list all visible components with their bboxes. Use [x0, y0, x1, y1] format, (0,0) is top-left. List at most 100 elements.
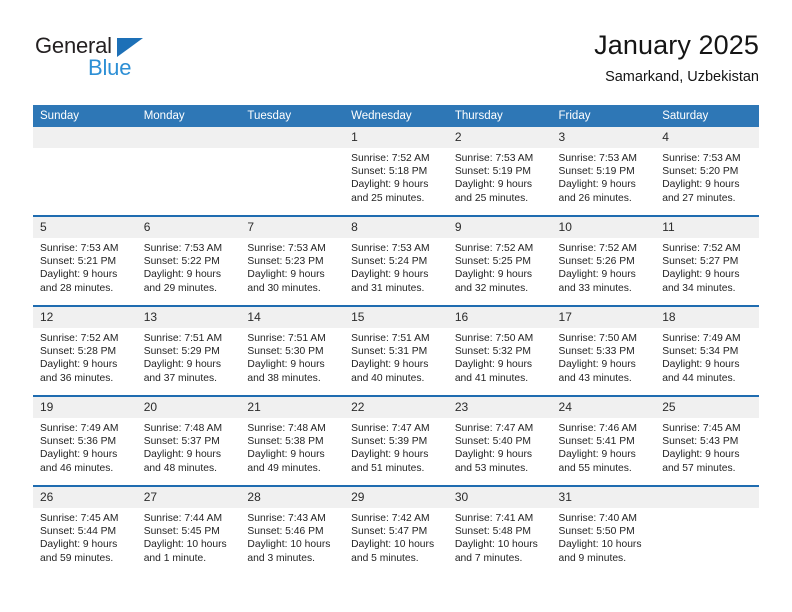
day-detail-line: and 49 minutes. — [247, 462, 321, 474]
day-detail-line: and 25 minutes. — [351, 192, 425, 204]
day-number — [240, 127, 345, 148]
calendar-day-cell[interactable]: 6 Sunrise: 7:53 AM Sunset: 5:22 PM Daylight… — [136, 215, 241, 306]
calendar-week-row: 1 Sunrise: 7:52 AM Sunset: 5:18 PM Daylight… — [33, 127, 759, 216]
day-details: Sunrise: 7:53 AM Sunset: 5:21 PM Daylight:… — [33, 238, 137, 295]
title-block: January 2025 Samarkand, Uzbekistan — [594, 28, 759, 87]
day-number: 6 — [136, 217, 241, 238]
day-detail-line: Sunrise: 7:52 AM — [454, 243, 534, 254]
day-detail-line: and 30 minutes. — [247, 282, 321, 294]
day-number — [33, 127, 137, 148]
calendar-day-cell[interactable]: 25 Sunrise: 7:45 AM Sunset: 5:43 PM Dayligh… — [655, 395, 759, 486]
day-details: Sunrise: 7:42 AM Sunset: 5:47 PM Daylight:… — [344, 508, 448, 565]
weekday-header-thursday: Thursday — [447, 105, 552, 127]
calendar-day-cell[interactable]: 24 Sunrise: 7:46 AM Sunset: 5:41 PM Dayligh… — [551, 395, 656, 486]
day-detail-line: Sunrise: 7:45 AM — [40, 513, 119, 524]
calendar-day-cell[interactable]: 3 Sunrise: 7:53 AM Sunset: 5:19 PM Daylight… — [551, 127, 656, 216]
day-detail-line: Sunset: 5:50 PM — [558, 526, 635, 538]
day-details: Sunrise: 7:40 AM Sunset: 5:50 PM Daylight:… — [552, 508, 656, 565]
calendar-day-cell[interactable]: 9 Sunrise: 7:52 AM Sunset: 5:25 PM Daylight… — [447, 215, 552, 306]
day-detail-line: Sunrise: 7:52 AM — [351, 153, 430, 164]
day-detail-line: Sunrise: 7:45 AM — [662, 423, 741, 434]
calendar-day-cell[interactable]: 5 Sunrise: 7:53 AM Sunset: 5:21 PM Daylight… — [33, 215, 137, 306]
brand-logo[interactable]: General Blue — [33, 34, 233, 90]
calendar-day-cell[interactable]: 12 Sunrise: 7:52 AM Sunset: 5:28 PM Dayligh… — [33, 305, 137, 396]
day-detail-line: Sunrise: 7:46 AM — [558, 423, 637, 434]
day-details: Sunrise: 7:50 AM Sunset: 5:32 PM Daylight:… — [448, 328, 552, 385]
calendar-day-cell[interactable]: 14 Sunrise: 7:51 AM Sunset: 5:30 PM Dayligh… — [240, 305, 345, 396]
day-detail-line: Sunrise: 7:53 AM — [662, 153, 741, 164]
calendar-day-cell[interactable]: 31 Sunrise: 7:40 AM Sunset: 5:50 PM Dayligh… — [551, 485, 656, 575]
calendar-day-cell[interactable]: 10 Sunrise: 7:52 AM Sunset: 5:26 PM Dayligh… — [551, 215, 656, 306]
calendar-day-cell[interactable]: 26 Sunrise: 7:45 AM Sunset: 5:44 PM Dayligh… — [33, 485, 137, 575]
calendar-day-cell[interactable]: 13 Sunrise: 7:51 AM Sunset: 5:29 PM Dayligh… — [136, 305, 241, 396]
day-detail-line: Sunset: 5:19 PM — [454, 166, 531, 178]
calendar-day-cell[interactable]: 23 Sunrise: 7:47 AM Sunset: 5:40 PM Dayligh… — [447, 395, 552, 486]
calendar-day-cell[interactable]: 20 Sunrise: 7:48 AM Sunset: 5:37 PM Dayligh… — [136, 395, 241, 486]
day-detail-line: Sunrise: 7:52 AM — [558, 243, 637, 254]
day-detail-line: Daylight: 9 hours — [247, 449, 325, 461]
calendar-day-cell[interactable]: 1 Sunrise: 7:52 AM Sunset: 5:18 PM Daylight… — [344, 127, 448, 216]
calendar-week-row: 5 Sunrise: 7:53 AM Sunset: 5:21 PM Daylight… — [33, 215, 759, 306]
day-details: Sunrise: 7:48 AM Sunset: 5:37 PM Daylight:… — [137, 418, 241, 475]
calendar-day-cell[interactable]: 15 Sunrise: 7:51 AM Sunset: 5:31 PM Dayligh… — [344, 305, 448, 396]
day-detail-line: Sunset: 5:34 PM — [662, 346, 739, 358]
day-detail-line: Daylight: 10 hours — [247, 539, 331, 551]
day-number: 18 — [655, 307, 759, 328]
weekday-header-tuesday: Tuesday — [240, 105, 345, 127]
calendar-day-cell[interactable]: 22 Sunrise: 7:47 AM Sunset: 5:39 PM Dayligh… — [344, 395, 448, 486]
day-number: 9 — [447, 217, 552, 238]
day-number: 29 — [344, 487, 448, 508]
day-detail-line: and 1 minute. — [143, 552, 207, 564]
day-number: 5 — [33, 217, 137, 238]
day-detail-line: and 26 minutes. — [558, 192, 632, 204]
day-detail-line: and 25 minutes. — [454, 192, 529, 204]
calendar-day-cell[interactable]: 11 Sunrise: 7:52 AM Sunset: 5:27 PM Dayligh… — [655, 215, 759, 306]
day-detail-line: Sunrise: 7:53 AM — [351, 243, 430, 254]
day-detail-line: Sunrise: 7:49 AM — [662, 333, 741, 344]
day-number: 20 — [136, 397, 241, 418]
day-detail-line: Sunrise: 7:51 AM — [247, 333, 326, 344]
day-details: Sunrise: 7:53 AM Sunset: 5:23 PM Daylight:… — [240, 238, 344, 295]
day-detail-line: Sunset: 5:31 PM — [351, 346, 428, 358]
day-detail-line: Sunrise: 7:53 AM — [454, 153, 534, 164]
day-detail-line: and 33 minutes. — [558, 282, 632, 294]
calendar-empty-cell — [655, 485, 759, 575]
day-detail-line: Daylight: 9 hours — [662, 269, 740, 281]
calendar-day-cell[interactable]: 30 Sunrise: 7:41 AM Sunset: 5:48 PM Dayligh… — [447, 485, 552, 575]
calendar-week-row: 12 Sunrise: 7:52 AM Sunset: 5:28 PM Dayligh… — [33, 305, 759, 396]
day-detail-line: Sunrise: 7:47 AM — [454, 423, 534, 434]
calendar-table: Sunday Monday Tuesday Wednesday Thursday Frid… — [33, 105, 759, 575]
day-detail-line: Sunrise: 7:48 AM — [143, 423, 223, 434]
calendar-day-cell[interactable]: 8 Sunrise: 7:53 AM Sunset: 5:24 PM Daylight… — [344, 215, 448, 306]
day-number: 19 — [33, 397, 137, 418]
day-detail-line: Sunrise: 7:50 AM — [454, 333, 534, 344]
calendar-day-cell[interactable]: 7 Sunrise: 7:53 AM Sunset: 5:23 PM Daylight… — [240, 215, 345, 306]
day-detail-line: Sunrise: 7:42 AM — [351, 513, 430, 524]
calendar-day-cell[interactable]: 21 Sunrise: 7:48 AM Sunset: 5:38 PM Dayligh… — [240, 395, 345, 486]
calendar-day-cell[interactable]: 27 Sunrise: 7:44 AM Sunset: 5:45 PM Dayligh… — [136, 485, 241, 575]
calendar-day-cell[interactable]: 18 Sunrise: 7:49 AM Sunset: 5:34 PM Dayligh… — [655, 305, 759, 396]
calendar-day-cell[interactable]: 2 Sunrise: 7:53 AM Sunset: 5:19 PM Daylight… — [447, 127, 552, 216]
day-detail-line: Daylight: 9 hours — [143, 449, 221, 461]
day-detail-line: Sunrise: 7:48 AM — [247, 423, 326, 434]
day-details: Sunrise: 7:53 AM Sunset: 5:24 PM Daylight:… — [344, 238, 448, 295]
calendar-day-cell[interactable]: 4 Sunrise: 7:53 AM Sunset: 5:20 PM Daylight… — [655, 127, 759, 216]
day-details: Sunrise: 7:45 AM Sunset: 5:44 PM Daylight:… — [33, 508, 137, 565]
day-detail-line: Sunset: 5:21 PM — [40, 256, 117, 268]
calendar-day-cell[interactable]: 17 Sunrise: 7:50 AM Sunset: 5:33 PM Dayligh… — [551, 305, 656, 396]
day-detail-line: Daylight: 9 hours — [454, 449, 533, 461]
calendar-day-cell[interactable]: 19 Sunrise: 7:49 AM Sunset: 5:36 PM Dayligh… — [33, 395, 137, 486]
day-detail-line: Sunset: 5:39 PM — [351, 436, 428, 448]
day-number: 25 — [655, 397, 759, 418]
day-detail-line: and 34 minutes. — [662, 282, 736, 294]
day-detail-line: Sunrise: 7:41 AM — [454, 513, 534, 524]
day-detail-line: Sunset: 5:40 PM — [454, 436, 531, 448]
day-details: Sunrise: 7:53 AM Sunset: 5:22 PM Daylight:… — [137, 238, 241, 295]
day-detail-line: Sunset: 5:38 PM — [247, 436, 324, 448]
day-detail-line: and 32 minutes. — [454, 282, 529, 294]
calendar-day-cell[interactable]: 28 Sunrise: 7:43 AM Sunset: 5:46 PM Dayligh… — [240, 485, 345, 575]
day-details: Sunrise: 7:51 AM Sunset: 5:29 PM Daylight:… — [137, 328, 241, 385]
calendar-day-cell[interactable]: 16 Sunrise: 7:50 AM Sunset: 5:32 PM Dayligh… — [447, 305, 552, 396]
day-number: 11 — [655, 217, 759, 238]
calendar-day-cell[interactable]: 29 Sunrise: 7:42 AM Sunset: 5:47 PM Dayligh… — [344, 485, 448, 575]
